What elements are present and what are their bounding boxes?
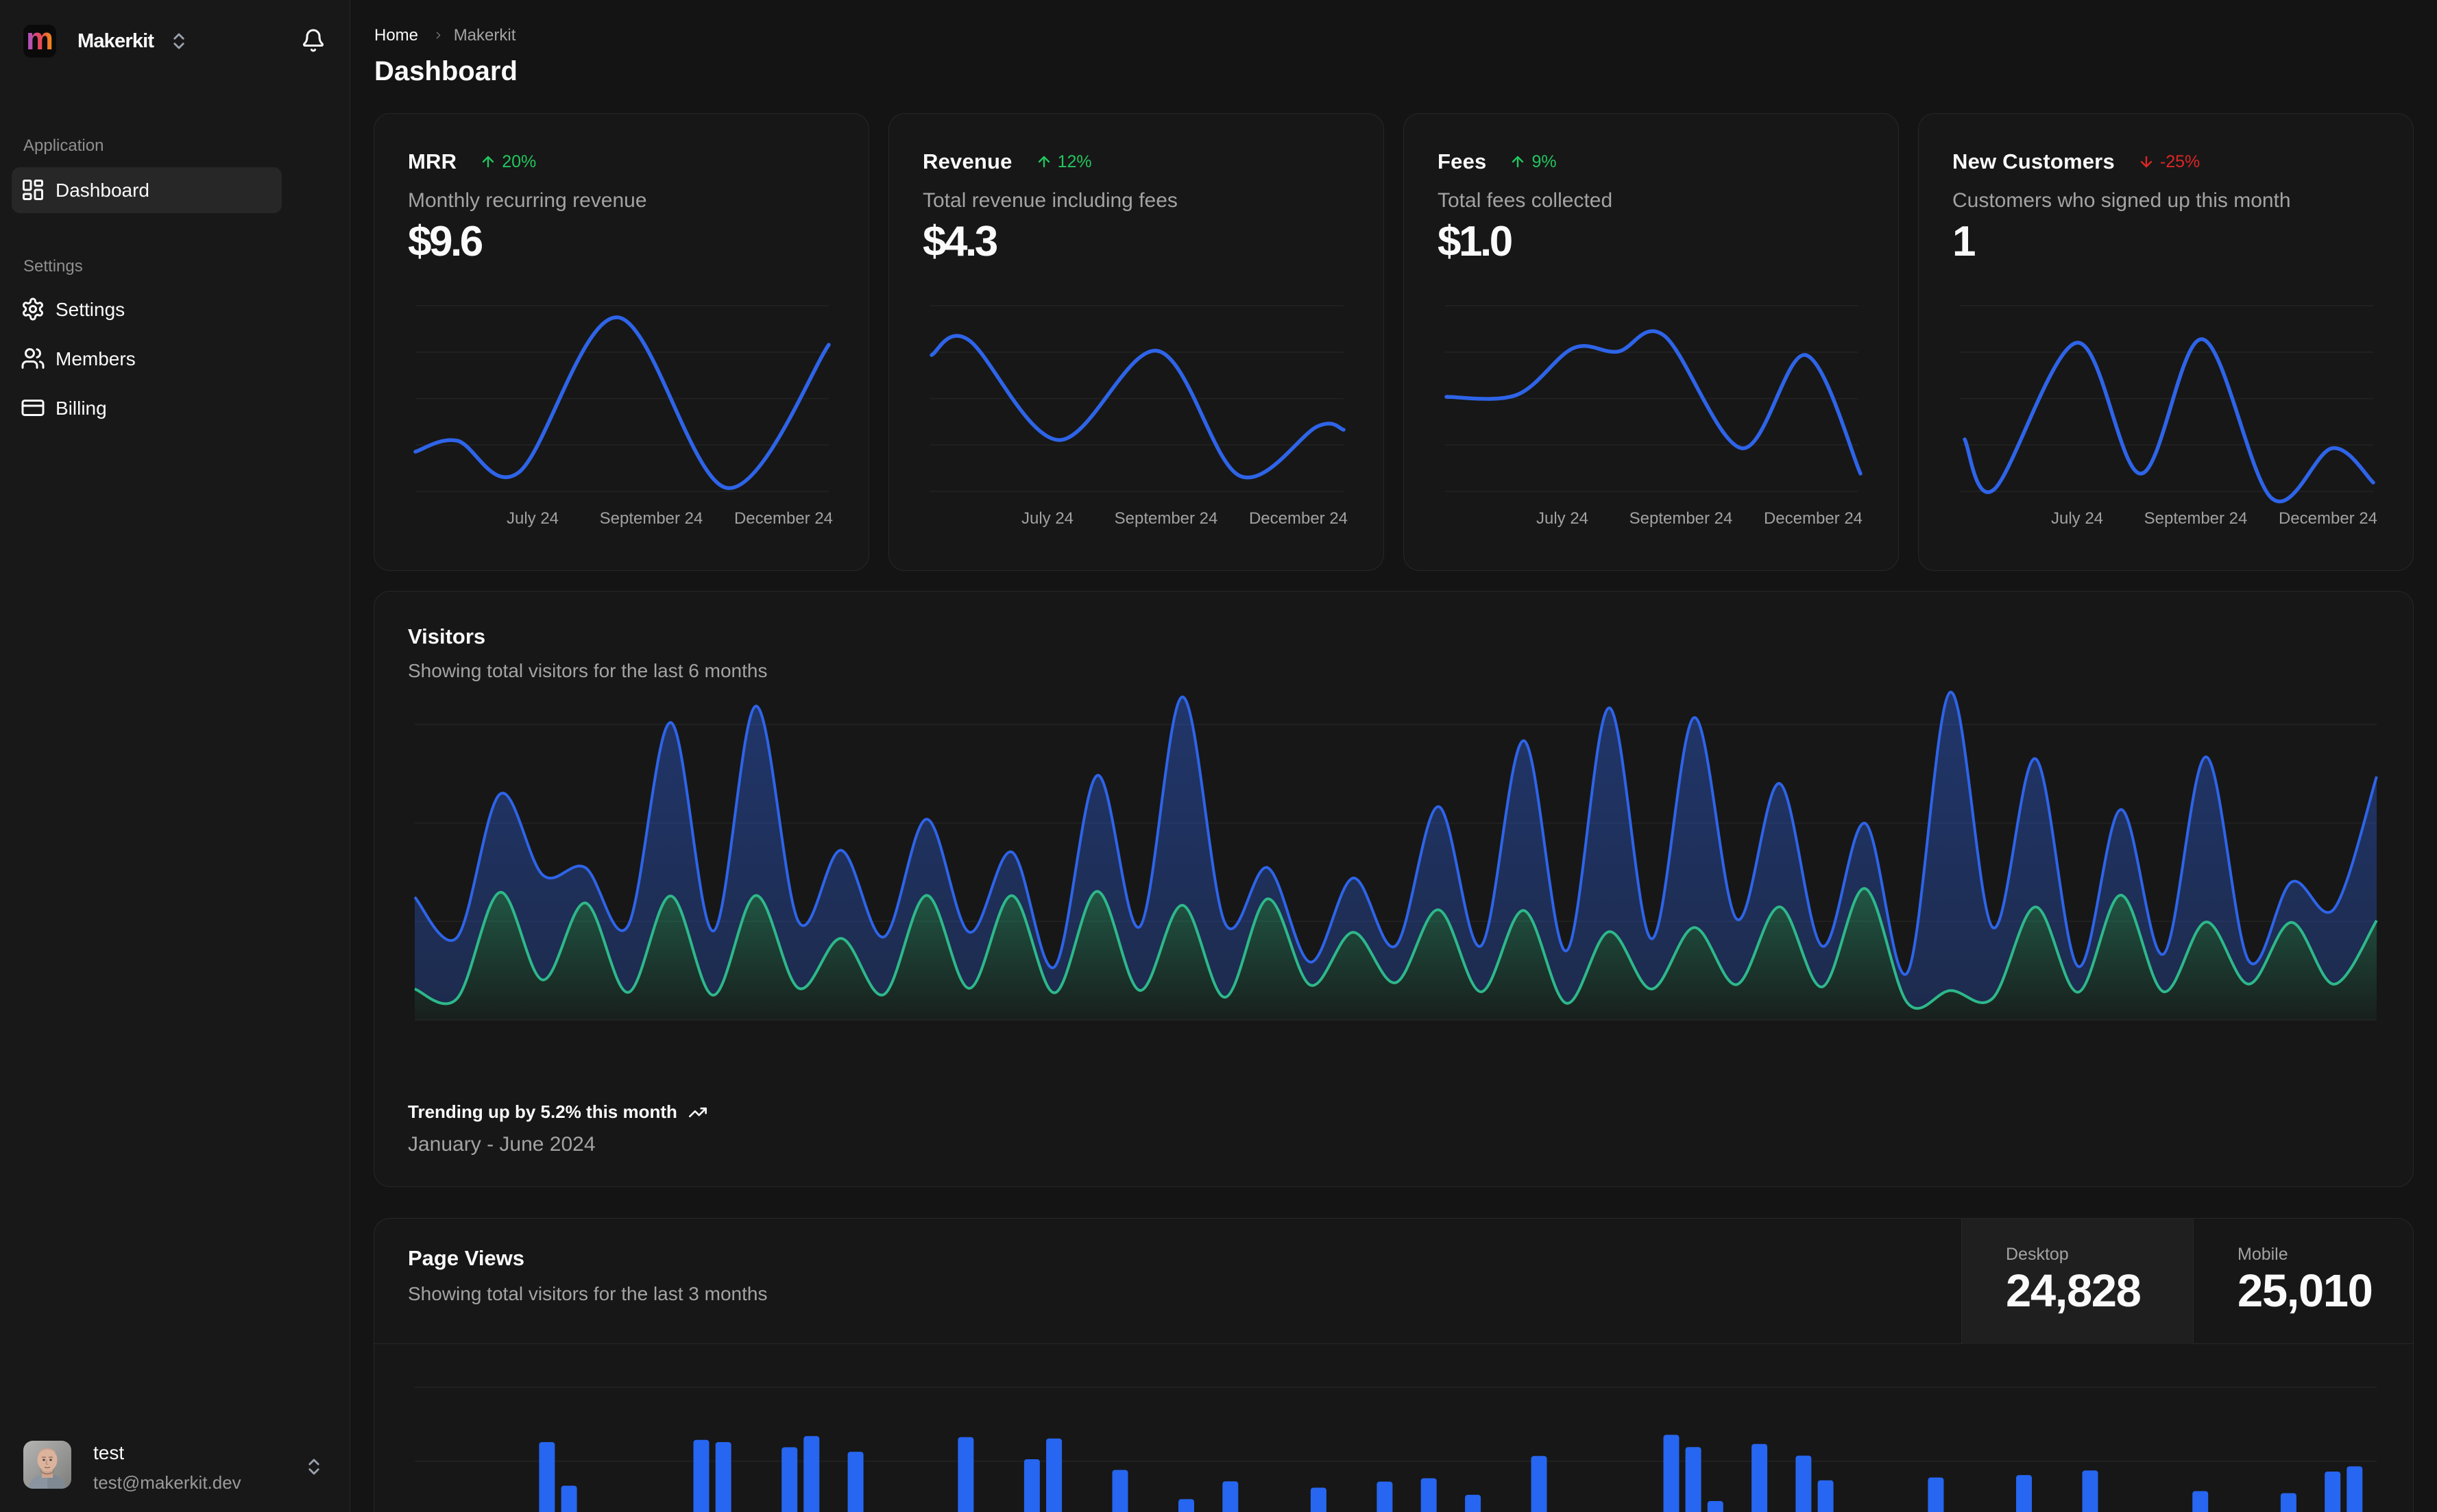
svg-text:m: m bbox=[26, 25, 53, 56]
